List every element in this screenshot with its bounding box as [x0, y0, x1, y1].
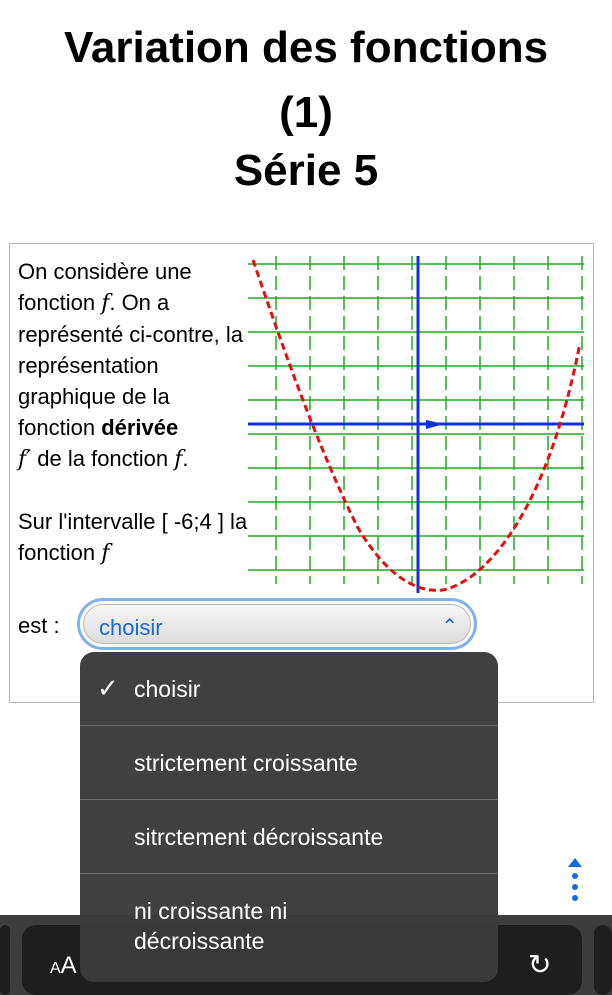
- select-value: choisir: [99, 615, 163, 640]
- option-ni-croissante-ni-decroissante[interactable]: ni croissante ni décroissante: [80, 896, 420, 956]
- function-fprime: f′: [18, 447, 32, 472]
- select-dropdown-menu: ✓ choisir strictement croissante sitrcte…: [80, 652, 498, 982]
- select-arrows-icon: ⌃: [441, 616, 458, 638]
- toolbar-right-edge: [594, 925, 612, 995]
- menu-divider: [80, 873, 498, 874]
- select-body[interactable]: choisir ⌃: [83, 604, 471, 644]
- exercise-description: On considère une fonction f. On a représ…: [18, 256, 248, 569]
- de-la-fonction-text: de la fonction: [37, 446, 169, 471]
- toolbar-left-edge: [0, 925, 10, 995]
- axis-arrow-icon: [426, 420, 444, 429]
- menu-divider: [80, 725, 498, 726]
- period: .: [182, 446, 189, 471]
- option-choisir[interactable]: choisir: [80, 674, 498, 704]
- question-text: Sur l'intervalle [ -6;4 ] la fonction: [18, 509, 248, 565]
- reload-icon[interactable]: ↻: [528, 948, 551, 981]
- function-f-question: f: [101, 541, 110, 566]
- est-label: est :: [18, 613, 60, 638]
- more-vertical-icon[interactable]: [567, 858, 583, 908]
- grid-lines: [248, 256, 584, 584]
- derivative-graph: [248, 256, 584, 593]
- menu-divider: [80, 799, 498, 800]
- page-title-line-3: Série 5: [233, 146, 379, 195]
- option-strictement-decroissante[interactable]: sitrctement décroissante: [80, 822, 498, 852]
- variation-select[interactable]: choisir ⌃: [77, 598, 477, 650]
- page-title-line-2: (1): [279, 88, 333, 137]
- axes: [248, 256, 584, 593]
- page-title-line-1: Variation des fonctions: [63, 23, 549, 72]
- derivee-text: dérivée: [101, 415, 179, 440]
- text-size-button[interactable]: AA: [50, 952, 77, 980]
- option-strictement-croissante[interactable]: strictement croissante: [80, 748, 498, 778]
